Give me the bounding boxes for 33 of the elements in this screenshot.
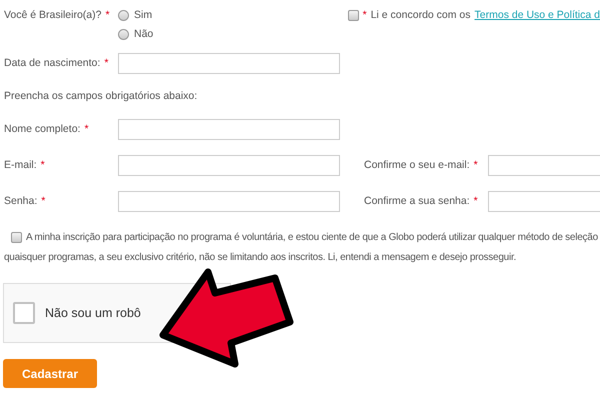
- input-field[interactable]: [118, 52, 340, 74]
- field-label: Data de nascimento:: [4, 57, 100, 69]
- field-label: E-mail:: [4, 159, 37, 171]
- field-label: Senha:: [4, 195, 38, 207]
- field-label: Confirme a sua senha:: [364, 195, 470, 207]
- radio-option[interactable]: Sim: [118, 8, 348, 22]
- field-label: Nome completo:: [4, 123, 80, 135]
- instructions-text: Preencha os campos obrigatórios abaixo:: [4, 89, 198, 104]
- radio-option[interactable]: Não: [118, 27, 348, 41]
- captcha-label: Não sou um robô: [45, 306, 141, 320]
- field-label: Você é Brasileiro(a)?: [4, 9, 102, 21]
- checkbox[interactable]: [11, 232, 22, 242]
- required-mark: *: [84, 123, 89, 135]
- checkbox[interactable]: [348, 10, 359, 20]
- radio-icon[interactable]: [118, 10, 129, 20]
- required-mark: *: [474, 159, 478, 171]
- radio-icon[interactable]: [118, 28, 129, 40]
- input-field[interactable]: [118, 118, 340, 140]
- required-mark: *: [104, 57, 108, 69]
- captcha-checkbox[interactable]: [13, 302, 35, 324]
- input-field[interactable]: [488, 154, 600, 176]
- required-mark: *: [41, 195, 46, 207]
- field-label: Confirme o seu e-mail:: [364, 159, 470, 171]
- consent-text: A minha inscrição para participação no programa é voluntária, e estou ciente de que a Globo poderá utilizar qualquer método de seleção: [26, 232, 598, 242]
- required-mark: *: [362, 9, 367, 21]
- required-mark: *: [105, 9, 110, 21]
- terms-text: Li e concordo com os: [370, 9, 471, 21]
- input-field[interactable]: [118, 190, 340, 212]
- required-mark: *: [40, 159, 45, 171]
- input-field[interactable]: [118, 154, 340, 176]
- consent-text: quaisquer programas, a seu exclusivo critério, não se limitando aos inscritos. Li, entendi a mensagem e desejo prosseguir.: [4, 252, 516, 262]
- input-field[interactable]: [488, 190, 600, 212]
- required-mark: *: [474, 195, 478, 207]
